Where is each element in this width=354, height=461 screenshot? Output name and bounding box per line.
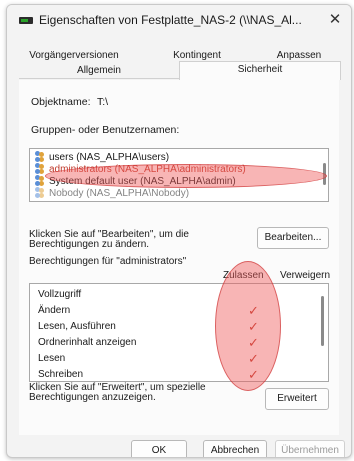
permission-row: Schreiben — [38, 369, 84, 380]
column-deny: Verweigern — [280, 270, 331, 281]
apply-button[interactable]: Übernehmen — [275, 440, 345, 457]
close-button[interactable]: ✕ — [323, 9, 347, 31]
groups-label: Gruppen- oder Benutzernamen: — [31, 124, 180, 136]
advanced-hint: Klicken Sie auf "Erweitert", um speziell… — [29, 382, 206, 403]
list-item[interactable]: Nobody (NAS_ALPHA\Nobody) — [34, 187, 189, 200]
permissions-for-label: Berechtigungen für "administrators" — [29, 256, 187, 267]
tab-allgemein[interactable]: Allgemein — [19, 63, 179, 78]
column-allow: Zulassen — [223, 270, 264, 281]
object-name-label: Objektname: — [31, 96, 91, 108]
user-group-icon — [34, 187, 46, 197]
tab-vorgaengerversionen[interactable]: Vorgängerversionen — [19, 48, 129, 63]
user-group-icon — [34, 151, 46, 161]
cancel-button[interactable]: Abbrechen — [203, 440, 267, 457]
user-list-scrollbar[interactable] — [323, 163, 326, 185]
allow-check-icon: ✓ — [248, 367, 259, 382]
ok-button[interactable]: OK — [131, 440, 187, 457]
window-title: Eigenschaften von Festplatte_NAS-2 (\\NA… — [39, 13, 302, 27]
tab-row-bottom: Allgemein Sicherheit — [19, 61, 341, 80]
permission-list-scrollbar[interactable] — [321, 296, 324, 346]
title-bar[interactable]: Eigenschaften von Festplatte_NAS-2 (\\NA… — [7, 5, 351, 35]
permission-list[interactable]: Vollzugriff Ändern Lesen, Ausführen Ordn… — [29, 283, 329, 382]
object-name-value: T:\ — [97, 96, 109, 108]
advanced-button[interactable]: Erweitert — [265, 388, 329, 410]
edit-button[interactable]: Bearbeiten... — [257, 227, 329, 249]
properties-dialog: Eigenschaften von Festplatte_NAS-2 (\\NA… — [6, 4, 352, 458]
user-group-icon — [34, 163, 46, 173]
user-group-icon — [34, 175, 46, 185]
drive-icon — [19, 17, 33, 24]
user-list[interactable]: users (NAS_ALPHA\users) administrators (… — [29, 148, 329, 202]
security-panel: Objektname: T:\ Gruppen- oder Benutzerna… — [19, 80, 339, 435]
edit-hint: Klicken Sie auf "Bearbeiten", um die Ber… — [29, 229, 189, 250]
tab-sicherheit[interactable]: Sicherheit — [179, 61, 341, 80]
